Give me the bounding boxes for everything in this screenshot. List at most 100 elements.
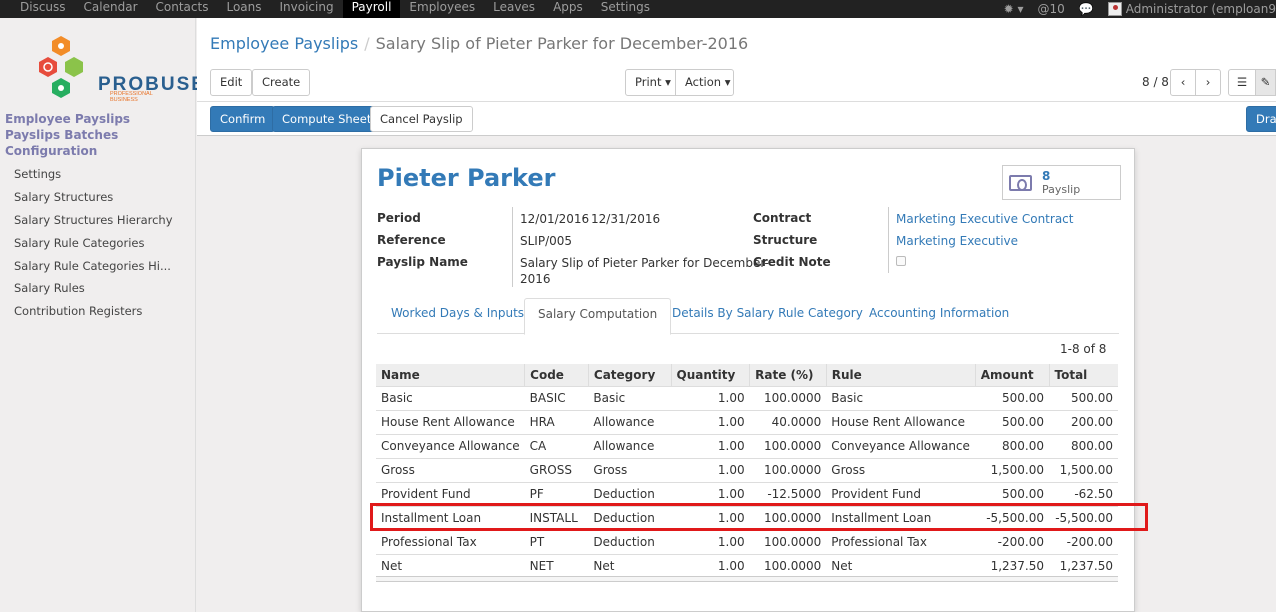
menu-item-settings[interactable]: Settings bbox=[592, 0, 659, 18]
cell-category: Gross bbox=[588, 457, 671, 482]
tab-worked-days-inputs[interactable]: Worked Days & Inputs bbox=[391, 306, 524, 320]
contract-label: Contract bbox=[753, 211, 812, 225]
status-draft[interactable]: Dra bbox=[1246, 106, 1276, 132]
tab-accounting-information[interactable]: Accounting Information bbox=[869, 306, 1009, 320]
cell-rule: Provident Fund bbox=[826, 481, 976, 506]
chat-icon[interactable]: 💬 bbox=[1079, 2, 1094, 16]
cell-quantity: 1.00 bbox=[671, 385, 750, 410]
list-icon: ☰ bbox=[1236, 75, 1248, 89]
print-dropdown[interactable]: Print ▾ bbox=[625, 69, 676, 96]
menu-item-employees[interactable]: Employees bbox=[400, 0, 484, 18]
cell-rule: Gross bbox=[826, 457, 976, 482]
cell-category: Net bbox=[588, 553, 671, 578]
sidebar-heading-employee-payslips[interactable]: Employee Payslips bbox=[5, 112, 130, 126]
messages-count: 10 bbox=[1049, 2, 1065, 16]
bug-icon[interactable]: ✹ ▾ bbox=[1004, 2, 1024, 16]
period-label: Period bbox=[377, 211, 421, 225]
payslip-smart-button[interactable]: 8 Payslip bbox=[1002, 165, 1121, 200]
table-row[interactable]: Conveyance Allowance CA Allowance 1.00 100.0… bbox=[376, 433, 1118, 458]
confirm-button[interactable]: Confirm bbox=[210, 106, 276, 132]
compute-sheet-button[interactable]: Compute Sheet bbox=[272, 106, 382, 132]
menu-item-discuss[interactable]: Discuss bbox=[0, 0, 75, 18]
menu-item-apps[interactable]: Apps bbox=[544, 0, 592, 18]
table-row[interactable]: Net NET Net 1.00 100.0000 Net 1,237.50 1,237.50 bbox=[376, 553, 1118, 578]
notebook-tabs: Worked Days & Inputs Salary Computation … bbox=[377, 298, 1119, 335]
messages-indicator[interactable]: @10 bbox=[1038, 2, 1065, 16]
column-header-amount[interactable]: Amount bbox=[974, 364, 1049, 386]
cell-rate: 40.0000 bbox=[749, 409, 827, 434]
cell-rate: 100.0000 bbox=[749, 385, 827, 410]
pager-previous-button[interactable]: ‹ bbox=[1170, 69, 1196, 96]
menu-item-payroll[interactable]: Payroll bbox=[342, 0, 401, 18]
cancel-payslip-button[interactable]: Cancel Payslip bbox=[370, 106, 473, 132]
table-row[interactable]: Installment Loan INSTALL Deduction 1.00 100.… bbox=[376, 505, 1118, 530]
cell-total: -200.00 bbox=[1049, 529, 1118, 554]
cell-quantity: 1.00 bbox=[671, 433, 750, 458]
structure-link[interactable]: Marketing Executive bbox=[896, 234, 1018, 248]
column-header-quantity[interactable]: Quantity bbox=[670, 364, 750, 386]
cell-name: Provident Fund bbox=[376, 481, 525, 506]
sidebar-item-contribution-registers[interactable]: Contribution Registers bbox=[14, 304, 142, 318]
salary-lines-table: Name Code Category Quantity Rate (%) Rul… bbox=[376, 364, 1118, 578]
sidebar-item-salary-rule-categories-hierarchy[interactable]: Salary Rule Categories Hi... bbox=[14, 259, 171, 273]
table-row[interactable]: House Rent Allowance HRA Allowance 1.00 40.0… bbox=[376, 409, 1118, 434]
action-dropdown[interactable]: Action ▾ bbox=[675, 69, 734, 96]
column-header-total[interactable]: Total bbox=[1048, 364, 1118, 386]
sidebar-heading-payslips-batches[interactable]: Payslips Batches bbox=[5, 128, 118, 142]
cell-rule: Professional Tax bbox=[826, 529, 976, 554]
column-header-rate[interactable]: Rate (%) bbox=[749, 364, 827, 386]
column-header-code[interactable]: Code bbox=[524, 364, 589, 386]
column-header-rule[interactable]: Rule bbox=[825, 364, 976, 386]
sidebar-item-settings[interactable]: Settings bbox=[14, 167, 61, 181]
company-logo[interactable]: PROBUSE PROFESSIONAL BUSINESS bbox=[36, 34, 204, 103]
cell-quantity: 1.00 bbox=[671, 481, 750, 506]
cell-category: Deduction bbox=[588, 505, 671, 530]
cell-quantity: 1.00 bbox=[671, 505, 750, 530]
pager-next-button[interactable]: › bbox=[1195, 69, 1221, 96]
sidebar-item-salary-rules[interactable]: Salary Rules bbox=[14, 281, 85, 295]
table-row[interactable]: Professional Tax PT Deduction 1.00 100.0000 P… bbox=[376, 529, 1118, 554]
tab-details-by-salary-rule-category[interactable]: Details By Salary Rule Category bbox=[672, 306, 863, 320]
chevron-left-icon: ‹ bbox=[1180, 75, 1186, 89]
sidebar-item-salary-structures[interactable]: Salary Structures bbox=[14, 190, 113, 204]
cell-amount: 500.00 bbox=[975, 409, 1049, 434]
payslip-name-line2: 2016 bbox=[520, 272, 551, 286]
contract-link[interactable]: Marketing Executive Contract bbox=[896, 212, 1073, 226]
top-navbar: Discuss Calendar Contacts Loans Invoicing Pay… bbox=[0, 0, 1276, 18]
sidebar-item-salary-rule-categories[interactable]: Salary Rule Categories bbox=[14, 236, 144, 250]
menu-item-contacts[interactable]: Contacts bbox=[147, 0, 218, 18]
tab-salary-computation[interactable]: Salary Computation bbox=[524, 298, 672, 335]
cell-rule: Conveyance Allowance bbox=[826, 433, 976, 458]
main-content: Employee Payslips / Salary Slip of Pieter … bbox=[197, 18, 1276, 612]
credit-note-label: Credit Note bbox=[753, 255, 831, 269]
menu-item-calendar[interactable]: Calendar bbox=[75, 0, 147, 18]
breadcrumb-parent-link[interactable]: Employee Payslips bbox=[210, 34, 358, 53]
sidebar-heading-configuration[interactable]: Configuration bbox=[5, 144, 97, 158]
edit-icon: ✎ bbox=[1260, 75, 1271, 89]
payslip-count: 8 bbox=[1042, 169, 1051, 183]
pager-value: 8 / 8 bbox=[1142, 75, 1169, 89]
cell-amount: 800.00 bbox=[975, 433, 1049, 458]
period-separator: - bbox=[583, 210, 588, 224]
structure-label: Structure bbox=[753, 233, 818, 247]
menu-item-loans[interactable]: Loans bbox=[217, 0, 270, 18]
menu-item-invoicing[interactable]: Invoicing bbox=[271, 0, 343, 18]
sidebar-item-salary-structures-hierarchy[interactable]: Salary Structures Hierarchy bbox=[14, 213, 173, 227]
credit-note-checkbox[interactable] bbox=[896, 256, 906, 266]
table-row[interactable]: Provident Fund PF Deduction 1.00 -12.5000 Pro… bbox=[376, 481, 1118, 506]
cell-rate: 100.0000 bbox=[749, 433, 827, 458]
column-header-name[interactable]: Name bbox=[376, 364, 525, 386]
caret-down-icon: ▾ bbox=[665, 75, 671, 89]
period-from: 12/01/2016 bbox=[520, 212, 590, 226]
edit-button[interactable]: Edit bbox=[210, 69, 253, 96]
table-row[interactable]: Gross GROSS Gross 1.00 100.0000 Gross 1,500.00… bbox=[376, 457, 1118, 482]
create-button[interactable]: Create bbox=[252, 69, 311, 96]
table-header-row: Name Code Category Quantity Rate (%) Rul… bbox=[376, 364, 1118, 386]
cell-total: -62.50 bbox=[1049, 481, 1118, 506]
user-menu[interactable]: Administrator (emploan9 bbox=[1107, 2, 1276, 17]
table-row[interactable]: Basic BASIC Basic 1.00 100.0000 Basic 500.00 50… bbox=[376, 385, 1118, 410]
list-view-button[interactable]: ☰ bbox=[1228, 69, 1256, 96]
column-header-category[interactable]: Category bbox=[587, 364, 671, 386]
form-view-button[interactable]: ✎ bbox=[1255, 69, 1276, 96]
menu-item-leaves[interactable]: Leaves bbox=[484, 0, 544, 18]
